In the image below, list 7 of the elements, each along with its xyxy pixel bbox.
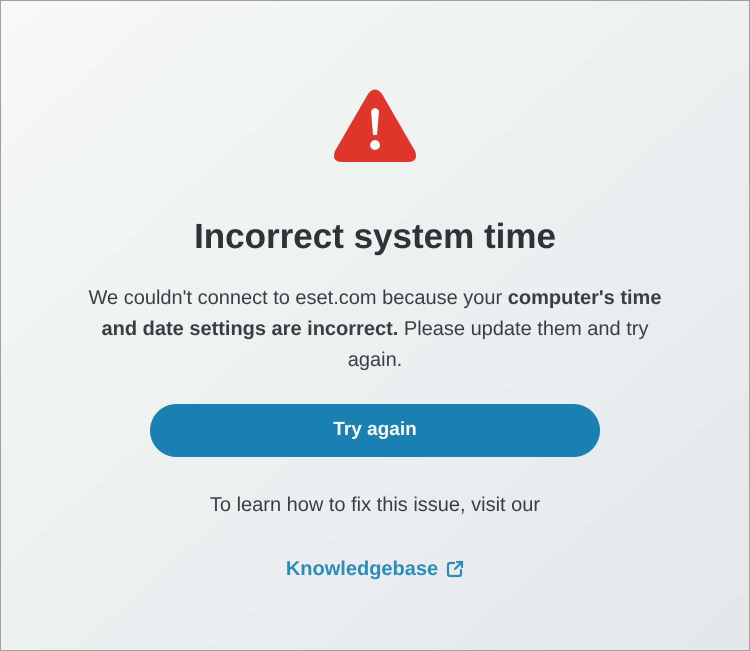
help-text: To learn how to fix this issue, visit our <box>210 492 540 518</box>
try-again-button[interactable]: Try again <box>150 404 600 457</box>
error-message: We couldn't connect to eset.com because your computer's time and date settings are incorrect. Please update them and try again. <box>88 286 662 373</box>
external-link-icon <box>446 560 464 578</box>
error-title: Incorrect system time <box>194 216 556 258</box>
knowledgebase-link[interactable]: Knowledgebase <box>286 554 464 584</box>
warning-icon <box>333 89 417 163</box>
